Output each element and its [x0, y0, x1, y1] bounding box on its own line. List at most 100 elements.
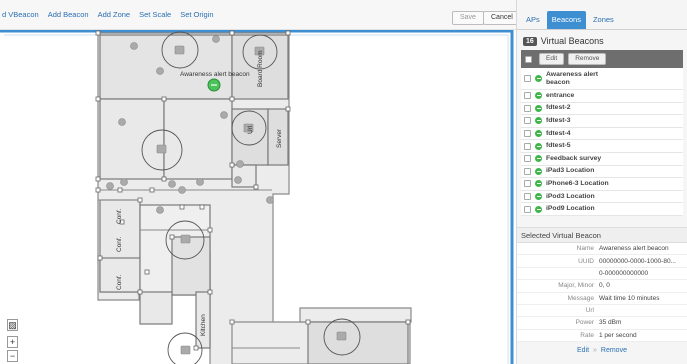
property-value: 35 dBm [599, 319, 622, 327]
list-item[interactable]: Feedback survey [521, 153, 683, 166]
footer-edit-link[interactable]: Edit [577, 347, 589, 354]
property-key: Name [576, 245, 594, 253]
beacon-status-icon [535, 193, 542, 201]
list-item[interactable]: iPod9 Location [521, 203, 683, 216]
beacon-status-icon [535, 205, 542, 213]
kitchen-label: Kitchen [200, 314, 207, 336]
beacon-name: iPod9 Location [546, 205, 595, 213]
property-value: 1 per second [599, 331, 637, 339]
row-checkbox[interactable] [524, 193, 531, 201]
beacon-name: Awareness alert beacon [546, 70, 599, 86]
property-row: Power 35 dBm [517, 317, 687, 330]
row-checkbox[interactable] [524, 117, 531, 125]
app-window: d VBeacon Add Beacon Add Zone Set Scale … [0, 0, 687, 364]
property-value: 0-000000000000 [599, 269, 649, 277]
property-row: Rate 1 per second [517, 330, 687, 343]
property-key: Major, Minor [558, 282, 594, 290]
selected-beacon-actions: Edit » Remove [517, 342, 687, 354]
beacon-name: iPod3 Location [546, 192, 595, 200]
property-value: 0, 0 [599, 282, 610, 290]
map-toolbar: d VBeacon Add Beacon Add Zone Set Scale … [0, 0, 521, 30]
board-room-label: Board Room [257, 51, 264, 88]
panel-tabs: APs Beacons Zones [517, 0, 687, 30]
beacon-name: fdtest-2 [546, 104, 571, 112]
beacon-name: entrance [546, 91, 575, 99]
beacon-status-icon [535, 75, 542, 82]
beacons-panel: APs Beacons Zones 16 Virtual Beacons Edi… [516, 0, 687, 364]
beacon-count-badge: 16 [523, 36, 537, 46]
footer-remove-link[interactable]: Remove [601, 347, 627, 354]
row-checkbox[interactable] [524, 75, 531, 82]
list-item[interactable]: iPad3 Location [521, 166, 683, 179]
property-row: UUID 00000000-0000-1000-80... [517, 255, 687, 268]
list-item[interactable]: iPod3 Location [521, 191, 683, 204]
row-checkbox[interactable] [524, 167, 531, 175]
property-key: UUID [578, 257, 594, 265]
row-checkbox[interactable] [524, 155, 531, 163]
beacon-status-icon [535, 167, 542, 175]
conf-label-2: Conf. [116, 236, 123, 252]
property-row: Major, Minor 0, 0 [517, 280, 687, 293]
property-value: Awareness alert beacon [599, 245, 669, 253]
floorplan-map[interactable]: Awareness alert beacon Board Room Server… [0, 30, 516, 364]
server-label: Server [276, 128, 283, 148]
edit-button[interactable]: Edit [539, 53, 565, 65]
beacon-status-icon [535, 130, 542, 138]
beacon-name: fdtest-4 [546, 129, 571, 137]
conf-label-1: Conf. [116, 208, 123, 224]
floorplan-svg[interactable]: Awareness alert beacon Board Room Server… [0, 30, 516, 364]
beacon-status-icon [535, 92, 542, 100]
virtual-beacons-title: Virtual Beacons [540, 36, 604, 46]
tab-aps[interactable]: APs [521, 11, 545, 29]
remove-button[interactable]: Remove [568, 53, 607, 65]
row-checkbox[interactable] [524, 130, 531, 138]
beacon-name: fdtest-5 [546, 142, 571, 150]
list-item[interactable]: fdtest-4 [521, 128, 683, 141]
row-checkbox[interactable] [524, 104, 531, 112]
set-scale-link[interactable]: Set Scale [139, 10, 171, 19]
zoom-in-button[interactable]: + [7, 336, 18, 348]
list-item[interactable]: fdtest-3 [521, 115, 683, 128]
tab-zones[interactable]: Zones [588, 11, 619, 29]
add-zone-link[interactable]: Add Zone [98, 10, 131, 19]
row-checkbox[interactable] [524, 205, 531, 213]
property-key: Rate [580, 331, 594, 339]
save-button[interactable]: Save [452, 11, 484, 25]
beacon-status-icon [535, 155, 542, 163]
set-origin-link[interactable]: Set Origin [180, 10, 213, 19]
list-item[interactable]: fdtest-2 [521, 103, 683, 116]
beacon-name: fdtest-3 [546, 116, 571, 124]
property-row: Name Awareness alert beacon [517, 243, 687, 256]
beacon-list: Awareness alert beacon entrance fdtest-2… [521, 68, 683, 216]
virtual-beacons-header: 16 Virtual Beacons [517, 30, 687, 50]
beacon-status-icon [535, 180, 542, 188]
zoom-out-button[interactable]: − [7, 350, 18, 362]
row-checkbox[interactable] [524, 180, 531, 188]
beacon-name: Feedback survey [546, 154, 602, 162]
awareness-label: Awareness alert beacon [180, 71, 250, 78]
list-item[interactable]: iPhone6-3 Location [521, 178, 683, 191]
tab-beacons[interactable]: Beacons [546, 11, 586, 29]
add-beacon-link[interactable]: Add Beacon [48, 10, 89, 19]
row-checkbox[interactable] [524, 92, 531, 100]
list-item[interactable]: fdtest-5 [521, 140, 683, 153]
property-row: Message Wait time 10 minutes [517, 293, 687, 305]
select-all-checkbox[interactable] [525, 55, 532, 63]
add-vbeacon-link[interactable]: d VBeacon [2, 10, 39, 19]
list-actions-bar: Edit Remove [521, 50, 683, 68]
beacon-status-icon [535, 117, 542, 125]
conf-label-3: Conf. [116, 274, 123, 290]
list-item[interactable]: entrance [521, 90, 683, 103]
property-value: 00000000-0000-1000-80... [599, 257, 676, 265]
selected-beacon-header: Selected Virtual Beacon [517, 226, 687, 243]
list-item[interactable]: Awareness alert beacon [521, 68, 683, 90]
property-value: Wait time 10 minutes [599, 294, 660, 302]
property-key: Url [585, 307, 594, 315]
beacon-status-icon [535, 104, 542, 112]
url-label: Url [247, 125, 254, 134]
row-checkbox[interactable] [524, 142, 531, 150]
lock-icon[interactable]: ▨ [7, 319, 18, 331]
beacon-status-icon [535, 142, 542, 150]
selected-beacon-properties: Name Awareness alert beacon UUID 0000000… [517, 242, 687, 343]
beacon-name: iPad3 Location [546, 167, 595, 175]
